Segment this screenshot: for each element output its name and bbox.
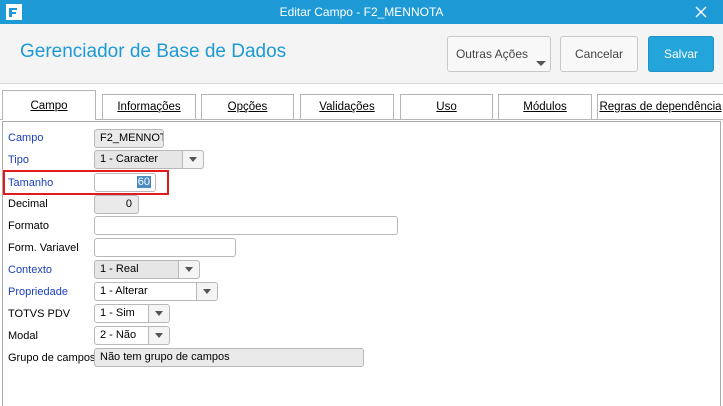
decimal-field[interactable]: 0 <box>94 195 139 214</box>
tab-informacoes[interactable]: Informações <box>102 94 196 119</box>
tamanho-value: 60 <box>136 176 151 188</box>
propriedade-select[interactable]: 1 - Alterar <box>94 282 218 301</box>
outras-acoes-button[interactable]: Outras Ações <box>447 36 551 72</box>
form-variavel-field[interactable] <box>94 238 236 257</box>
propriedade-label: Propriedade <box>8 286 68 298</box>
campo-field[interactable]: F2_MENNOTA <box>94 129 164 148</box>
tab-bar: Campo Informações Opções Validações Uso … <box>0 90 723 120</box>
title-bar: Editar Campo - F2_MENNOTA <box>0 0 723 24</box>
tab-opcoes[interactable]: Opções <box>201 94 294 119</box>
tamanho-label: Tamanho <box>8 177 54 189</box>
grupo-campos-label: Grupo de campos <box>8 352 96 364</box>
totvs-pdv-select[interactable]: 1 - Sim <box>94 304 170 323</box>
formato-label: Formato <box>8 220 49 232</box>
tab-validacoes[interactable]: Validações <box>300 94 394 119</box>
contexto-value: 1 - Real <box>100 263 139 275</box>
chevron-down-icon[interactable] <box>148 305 169 322</box>
modal-value: 2 - Não <box>100 329 137 341</box>
tipo-value: 1 - Caracter <box>100 153 159 165</box>
chevron-down-icon <box>536 61 546 66</box>
grupo-campos-field[interactable]: Não tem grupo de campos <box>94 348 364 367</box>
tab-regras-dependencia[interactable]: Regras de dependência <box>597 94 723 119</box>
modal-select[interactable]: 2 - Não <box>94 326 170 345</box>
chevron-down-icon[interactable] <box>196 283 217 300</box>
header-bar: Gerenciador de Base de Dados Outras Açõe… <box>0 24 723 84</box>
close-icon[interactable] <box>678 0 723 24</box>
page-title: Gerenciador de Base de Dados <box>20 41 287 62</box>
window-title: Editar Campo - F2_MENNOTA <box>279 5 444 19</box>
tamanho-field[interactable]: 60 <box>94 173 156 192</box>
chevron-down-icon[interactable] <box>178 261 199 278</box>
totvs-pdv-label: TOTVS PDV <box>8 308 71 320</box>
tipo-label: Tipo <box>8 154 29 166</box>
cancel-button[interactable]: Cancelar <box>560 36 638 72</box>
tipo-select[interactable]: 1 - Caracter <box>94 150 204 169</box>
tab-modulos[interactable]: Módulos <box>498 94 592 119</box>
contexto-label: Contexto <box>8 264 53 276</box>
modal-label: Modal <box>8 330 38 342</box>
formato-field[interactable] <box>94 216 398 235</box>
save-button[interactable]: Salvar <box>648 36 714 72</box>
chevron-down-icon[interactable] <box>148 327 169 344</box>
form-variavel-label: Form. Variavel <box>8 242 79 254</box>
tabs-divider <box>0 119 723 120</box>
contexto-select[interactable]: 1 - Real <box>94 260 200 279</box>
tab-campo[interactable]: Campo <box>2 90 96 120</box>
campo-label: Campo <box>8 132 44 144</box>
propriedade-value: 1 - Alterar <box>100 285 148 297</box>
decimal-label: Decimal <box>8 198 48 210</box>
totvs-pdv-value: 1 - Sim <box>100 307 135 319</box>
chevron-down-icon[interactable] <box>182 151 203 168</box>
outras-acoes-label: Outras Ações <box>455 47 529 61</box>
tab-uso[interactable]: Uso <box>400 94 493 119</box>
